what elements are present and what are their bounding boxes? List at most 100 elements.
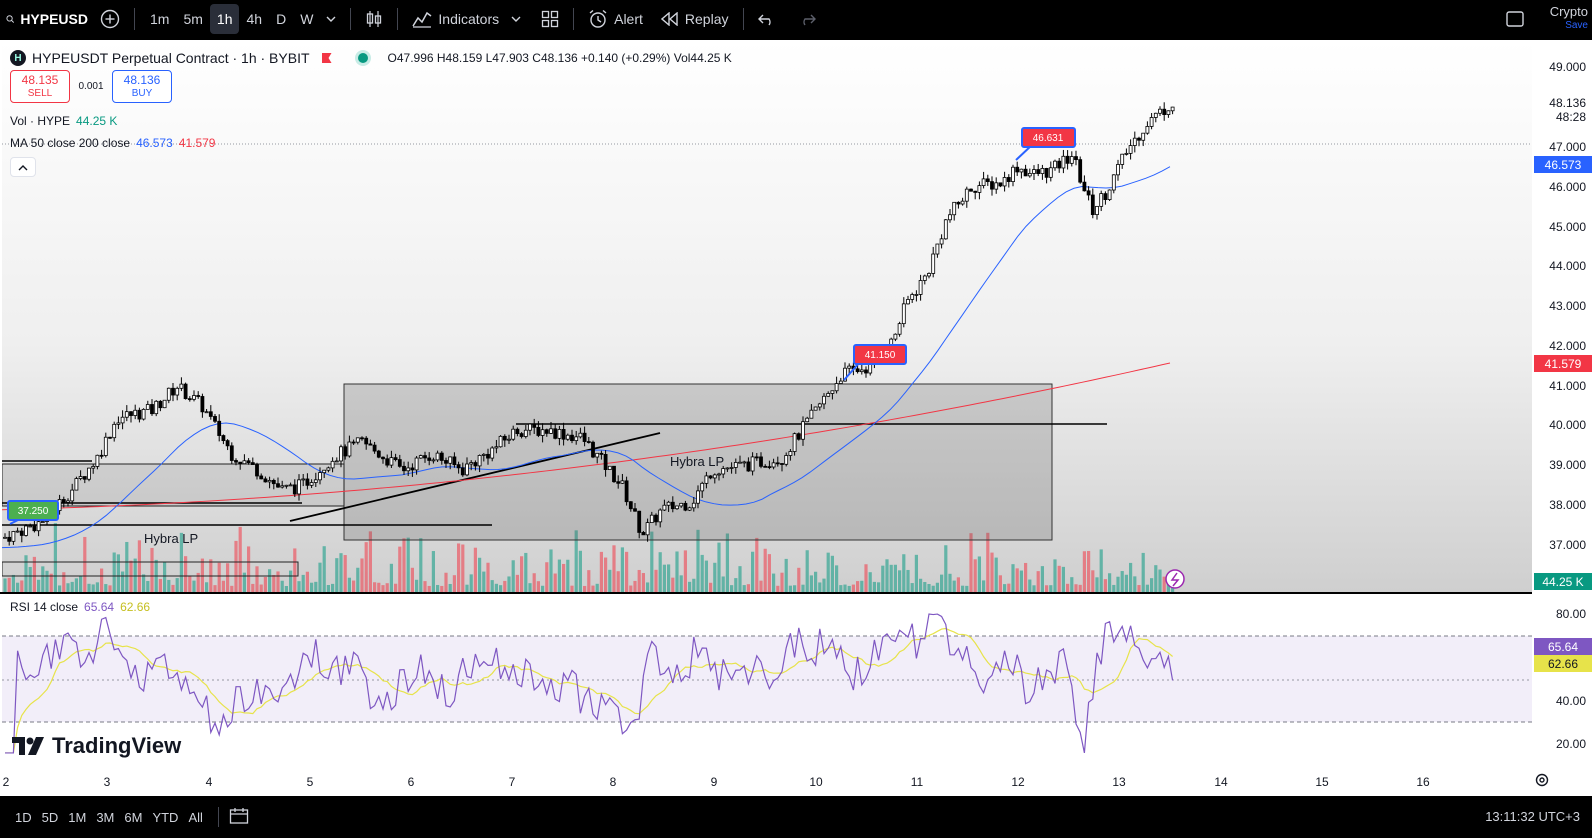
volume-bar bbox=[74, 578, 78, 592]
candle-body bbox=[288, 484, 293, 487]
volume-bar bbox=[725, 533, 729, 592]
volume-bar bbox=[1011, 564, 1015, 592]
candle-body bbox=[129, 411, 133, 416]
layout-save-button[interactable]: Crypto Save bbox=[1550, 5, 1592, 33]
range-1m[interactable]: 1M bbox=[63, 810, 91, 825]
interval-d[interactable]: D bbox=[269, 4, 293, 34]
candle-body bbox=[927, 273, 931, 277]
clock[interactable]: 13:11:32 UTC+3 bbox=[1485, 809, 1580, 824]
interval-w[interactable]: W bbox=[293, 4, 320, 34]
range-1d[interactable]: 1D bbox=[10, 810, 37, 825]
candle-body bbox=[221, 435, 226, 442]
price-axis[interactable]: 49.000 48.136 48:28 47.000 46.573 46.000… bbox=[1532, 40, 1592, 767]
range-5d[interactable]: 5D bbox=[37, 810, 64, 825]
candle-body bbox=[1011, 166, 1015, 182]
rsi-legend[interactable]: RSI 14 close 65.64 62.66 bbox=[10, 600, 150, 614]
candle-body bbox=[36, 521, 41, 532]
interval-dropdown[interactable] bbox=[320, 4, 342, 34]
main-chart-pane[interactable]: 46.631 41.150 37.250 Hybra LP Hybra LP H… bbox=[2, 40, 1532, 592]
volume-bar bbox=[709, 582, 713, 592]
volume-bar bbox=[1028, 579, 1032, 592]
volume-bar bbox=[1074, 584, 1078, 592]
chart-type-button[interactable] bbox=[359, 4, 389, 34]
plus-circle-icon bbox=[100, 9, 120, 29]
volume-bar bbox=[297, 581, 301, 592]
volume-bar bbox=[1053, 559, 1057, 592]
candle-body bbox=[666, 501, 671, 506]
date-range-button[interactable] bbox=[229, 807, 249, 828]
time-label: 6 bbox=[407, 775, 415, 789]
candle-body bbox=[952, 201, 957, 216]
settings-button[interactable] bbox=[1534, 772, 1550, 791]
volume-bar bbox=[448, 583, 452, 592]
sell-button[interactable]: 48.135 SELL bbox=[10, 70, 70, 103]
candle-body bbox=[1095, 205, 1099, 216]
bottom-toolbar: 1D 5D 1M 3M 6M YTD All 13:11:32 UTC+3 bbox=[0, 796, 1592, 838]
spread-value: 0.001 bbox=[78, 81, 104, 92]
candle-body bbox=[733, 462, 738, 468]
lightning-icon[interactable] bbox=[1165, 569, 1185, 589]
candle-body bbox=[204, 411, 209, 414]
volume-bar bbox=[247, 546, 251, 592]
volume-bar bbox=[956, 577, 960, 592]
time-label: 2 bbox=[2, 775, 10, 789]
volume-bar bbox=[1015, 568, 1019, 592]
alert-button[interactable]: Alert bbox=[582, 4, 649, 34]
range-all[interactable]: All bbox=[183, 810, 207, 825]
volume-bar bbox=[175, 578, 179, 592]
volume-bar bbox=[751, 551, 755, 592]
divider bbox=[134, 8, 135, 30]
tradingview-logo[interactable]: TradingView bbox=[12, 733, 181, 759]
fullscreen-button[interactable] bbox=[1500, 4, 1530, 34]
interval-4h[interactable]: 4h bbox=[239, 4, 269, 34]
zone-label: Hybra LP bbox=[144, 531, 198, 546]
candle-body bbox=[939, 238, 944, 245]
interval-1m[interactable]: 1m bbox=[143, 4, 176, 34]
rsi-pane[interactable]: RSI 14 close 65.64 62.66 TradingView bbox=[2, 594, 1532, 767]
market-status-icon[interactable] bbox=[357, 53, 368, 63]
replay-button[interactable]: Replay bbox=[655, 4, 735, 34]
candle-body bbox=[103, 436, 108, 456]
layouts-button[interactable] bbox=[535, 4, 565, 34]
volume-bar bbox=[108, 585, 112, 592]
divider bbox=[397, 8, 399, 30]
legend-title[interactable]: HYPEUSDT Perpetual Contract · 1h · BYBIT bbox=[32, 50, 310, 66]
ma-legend[interactable]: MA 50 close 200 close 46.573 41.579 bbox=[10, 133, 732, 153]
candle-body bbox=[200, 396, 205, 413]
candle-body bbox=[61, 499, 66, 503]
buy-button[interactable]: 48.136 BUY bbox=[112, 70, 172, 103]
range-6m[interactable]: 6M bbox=[119, 810, 147, 825]
callout-46631[interactable]: 46.631 bbox=[1015, 127, 1076, 161]
symbol-search[interactable]: HYPEUSD bbox=[0, 4, 94, 34]
candle-body bbox=[154, 400, 159, 415]
redo-button[interactable] bbox=[792, 4, 822, 34]
volume-bar bbox=[364, 542, 368, 592]
time-axis[interactable]: 2 3 4 5 6 7 8 9 10 11 12 13 14 15 16 bbox=[0, 767, 1592, 796]
candle-body bbox=[150, 404, 154, 415]
volume-bar bbox=[347, 577, 351, 592]
volume-bar bbox=[385, 583, 389, 592]
zone-rectangle-left[interactable] bbox=[2, 463, 345, 507]
candle-body bbox=[817, 403, 822, 408]
callout-37250[interactable]: 37.250 bbox=[7, 500, 59, 525]
volume-bar bbox=[91, 584, 95, 592]
volume-bar bbox=[566, 559, 570, 592]
undo-button[interactable] bbox=[752, 4, 782, 34]
flag-icon[interactable] bbox=[321, 53, 332, 63]
volume-bar bbox=[389, 563, 393, 592]
candle-body bbox=[334, 460, 339, 463]
volume-bar bbox=[394, 583, 398, 592]
range-ytd[interactable]: YTD bbox=[147, 810, 183, 825]
candle-body bbox=[1057, 160, 1062, 169]
collapse-legend-button[interactable] bbox=[10, 157, 36, 177]
range-3m[interactable]: 3M bbox=[91, 810, 119, 825]
volume-legend[interactable]: Vol · HYPE 44.25 K bbox=[10, 111, 732, 131]
candle-body bbox=[1023, 168, 1028, 177]
compare-button[interactable] bbox=[94, 4, 126, 34]
volume-bar bbox=[667, 564, 671, 592]
indicators-button[interactable]: Indicators bbox=[406, 4, 505, 34]
indicators-dropdown[interactable] bbox=[505, 4, 527, 34]
interval-1h[interactable]: 1h bbox=[209, 4, 240, 34]
volume-bar bbox=[536, 581, 540, 592]
interval-5m[interactable]: 5m bbox=[176, 4, 209, 34]
